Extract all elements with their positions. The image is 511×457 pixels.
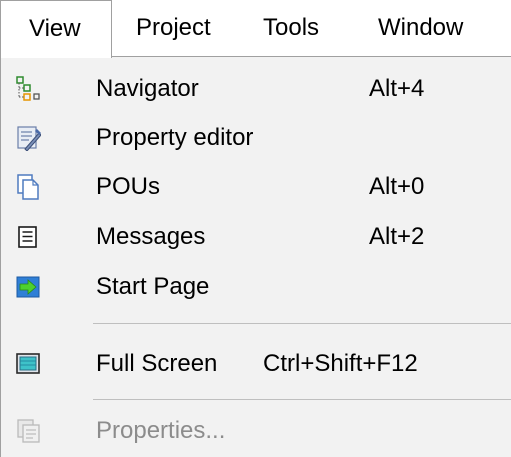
menu-item-properties: Properties... — [1, 406, 511, 456]
menu-item-shortcut: Alt+2 — [369, 223, 425, 250]
menu-separator — [93, 323, 511, 324]
start-page-arrow-icon — [15, 274, 41, 300]
menu-window[interactable]: Window — [378, 0, 463, 56]
menu-item-shortcut: Alt+4 — [369, 75, 425, 102]
menu-item-start-page[interactable]: Start Page — [1, 262, 511, 312]
menu-item-label: Navigator — [96, 75, 199, 102]
menu-item-label: POUs — [96, 173, 161, 200]
menu-item-label: Property editor — [96, 124, 254, 151]
menu-tools[interactable]: Tools — [263, 0, 319, 56]
menu-item-label: Start Page — [96, 273, 210, 300]
menu-item-label: Properties... — [96, 417, 226, 444]
application-window: View Project Tools Window Navigator Alt+… — [0, 0, 511, 457]
menu-separator — [93, 399, 511, 400]
messages-icon — [15, 224, 41, 250]
menu-item-label: Messages — [96, 223, 206, 250]
menu-item-full-screen[interactable]: Full Screen Ctrl+Shift+F12 — [1, 339, 511, 389]
menu-item-shortcut: Ctrl+Shift+F12 — [263, 350, 418, 377]
menu-project[interactable]: Project — [136, 0, 211, 56]
properties-icon — [15, 418, 41, 444]
menu-view[interactable]: View — [0, 0, 112, 58]
pous-document-icon — [15, 174, 41, 200]
property-editor-icon — [15, 125, 42, 152]
navigator-tree-icon — [15, 76, 41, 102]
menu-item-pous[interactable]: POUs Alt+0 — [1, 162, 511, 212]
menu-item-label: Full Screen — [96, 350, 218, 377]
menu-item-navigator[interactable]: Navigator Alt+4 — [1, 64, 511, 114]
menu-item-messages[interactable]: Messages Alt+2 — [1, 212, 511, 262]
menu-item-shortcut: Alt+0 — [369, 173, 425, 200]
view-menu-dropdown: Navigator Alt+4 Property editor POUs Alt… — [0, 56, 511, 457]
full-screen-icon — [15, 351, 41, 377]
menu-bar: View Project Tools Window — [0, 0, 511, 58]
menu-item-property-editor[interactable]: Property editor — [1, 113, 511, 163]
